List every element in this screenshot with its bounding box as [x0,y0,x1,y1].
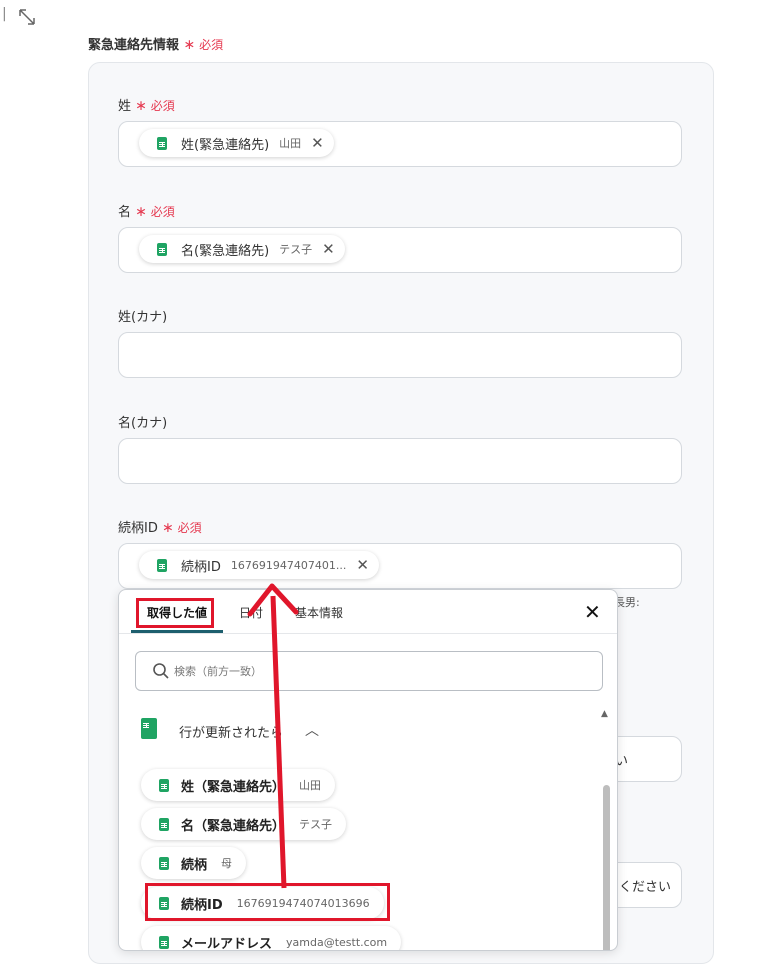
item-value: テス子 [299,818,333,831]
divider: | [2,6,7,22]
spreadsheet-icon [141,718,157,739]
list-item[interactable]: 姓（緊急連絡先） 山田 [141,769,336,801]
mei-field[interactable]: 名(緊急連絡先) テス子 ✕ [118,227,682,273]
list-item[interactable]: メールアドレス yamda@testt.com [141,926,402,950]
highlight-item-box [145,883,390,921]
item-value: yamda@testt.com [286,935,388,949]
required-text: 必須 [150,205,175,219]
required-text: 必須 [177,521,202,535]
required-mark: ∗ 必須 [135,98,175,114]
remove-icon[interactable]: ✕ [311,134,324,152]
spreadsheet-icon [159,935,169,949]
list-item[interactable]: 名（緊急連絡先） テス子 [141,808,347,840]
spreadsheet-icon [159,817,169,831]
mei-chip[interactable]: 名(緊急連絡先) テス子 ✕ [139,235,345,263]
chip-name: 続柄ID [181,559,221,575]
spreadsheet-icon [157,136,167,150]
spreadsheet-icon [159,856,169,870]
section-title: 緊急連絡先情報 ∗ 必須 [88,34,223,53]
required-mark: ∗ 必須 [183,37,224,53]
relation-id-label-text: 続柄ID [118,521,158,536]
required-text: 必須 [199,38,224,52]
scroll-up-arrow[interactable]: ▲ [601,709,608,719]
group-title: 行が更新されたら [179,726,284,741]
highlight-tab-box [136,598,214,628]
item-value: 山田 [299,779,322,792]
mei-label-text: 名 [118,205,132,220]
tab-basic-info[interactable]: 基本情報 [295,604,343,621]
relation-id-chip[interactable]: 続柄ID 167691947407401... ✕ [139,551,379,579]
item-name: 名（緊急連絡先） [181,818,286,834]
section-title-text: 緊急連絡先情報 [88,38,180,53]
chevron-up-icon[interactable]: ︿ [305,720,319,740]
search-placeholder: 検索（前方一致） [174,665,262,678]
expand-icon[interactable] [18,8,36,26]
spreadsheet-icon [157,558,167,572]
sei-kana-label: 姓(カナ) [118,310,168,325]
tab-date[interactable]: 日付 [239,604,263,621]
item-name: 姓（緊急連絡先） [181,779,286,795]
mei-kana-label: 名(カナ) [118,416,168,431]
chip-name: 名(緊急連絡先) [181,243,270,259]
item-value: 母 [221,857,233,870]
scrollbar-thumb[interactable] [603,785,610,950]
chip-name: 姓(緊急連絡先) [181,137,270,153]
group-header[interactable]: 行が更新されたら ︿ [141,718,341,744]
sei-label: 姓 ∗ 必須 [118,95,175,114]
sei-chip[interactable]: 姓(緊急連絡先) 山田 ✕ [139,129,334,157]
chip-value: テス子 [279,243,313,256]
required-text: 必須 [150,99,175,113]
sei-kana-field[interactable] [118,332,682,378]
list-item[interactable]: 続柄 母 [141,847,247,879]
required-mark: ∗ 必須 [135,204,175,220]
search-input[interactable]: 検索（前方一致） [135,651,603,691]
chip-value: 山田 [279,137,302,150]
mei-kana-field[interactable] [118,438,682,484]
hidden-button-text: ください [619,880,672,895]
relation-id-field[interactable]: 続柄ID 167691947407401... ✕ [118,543,682,589]
required-mark: ∗ 必須 [162,520,202,536]
sei-label-text: 姓 [118,99,132,114]
tab-divider [119,633,617,634]
sei-field[interactable]: 姓(緊急連絡先) 山田 ✕ [118,121,682,167]
mei-label: 名 ∗ 必須 [118,201,175,220]
remove-icon[interactable]: ✕ [356,556,369,574]
spreadsheet-icon [157,242,167,256]
relation-id-label: 続柄ID ∗ 必須 [118,517,202,536]
close-icon[interactable]: ✕ [584,600,601,624]
search-icon [153,663,169,679]
spreadsheet-icon [159,778,169,792]
chip-value: 167691947407401... [230,558,347,572]
item-name: 続柄 [181,857,208,873]
remove-icon[interactable]: ✕ [322,240,335,258]
